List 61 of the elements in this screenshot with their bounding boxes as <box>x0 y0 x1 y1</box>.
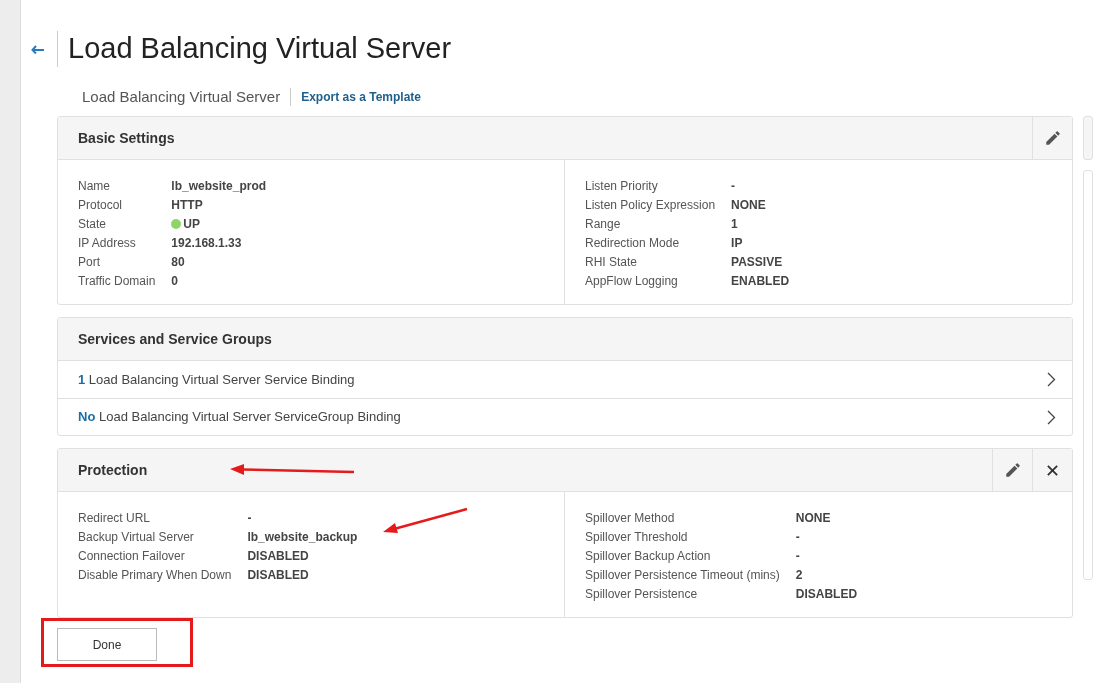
field-value: UP <box>183 216 201 233</box>
field-label: AppFlow Logging <box>585 273 679 290</box>
section-title: Basic Settings <box>78 128 175 148</box>
field-value: DISABLED <box>795 586 858 603</box>
page-title: Load Balancing Virtual Server <box>68 31 452 67</box>
done-button[interactable]: Done <box>57 628 157 661</box>
field-label: Name <box>78 178 111 195</box>
field-label: RHI State <box>585 254 639 271</box>
binding-row[interactable]: 1 Load Balancing Virtual Server Service Binding <box>58 361 1072 398</box>
field-value: NONE <box>731 197 766 214</box>
field-value: 2 <box>795 567 803 584</box>
field-label: Backup Virtual Server <box>78 529 195 546</box>
field-label: Port <box>78 254 101 271</box>
field-label: Listen Policy Expression <box>585 197 716 214</box>
field-label: Disable Primary When Down <box>78 567 232 584</box>
field-value: 192.168.1.33 <box>171 235 242 252</box>
field-label: Redirection Mode <box>585 235 681 252</box>
field-value: DISABLED <box>247 548 309 565</box>
binding-label: Load Balancing Virtual Server Service Binding <box>88 371 355 387</box>
field-value: NONE <box>795 510 831 527</box>
field-value: - <box>795 529 800 546</box>
close-icon[interactable] <box>1046 463 1059 477</box>
field-label: Spillover Persistence Timeout (mins) <box>585 567 780 584</box>
field-label: Traffic Domain <box>78 273 156 290</box>
field-label: Connection Failover <box>78 548 186 565</box>
field-label: State <box>78 216 108 233</box>
field-value: - <box>795 548 800 565</box>
section-title: Services and Service Groups <box>78 329 272 349</box>
field-value: lb_website_backup <box>247 529 358 546</box>
export-template-link[interactable]: Export as a Template <box>301 88 421 106</box>
back-arrow-icon[interactable] <box>31 44 45 54</box>
field-value: IP <box>731 235 743 252</box>
chevron-right-icon <box>1047 372 1056 387</box>
field-label: Redirect URL <box>78 510 152 527</box>
field-value: 1 <box>731 216 738 233</box>
field-value: HTTP <box>171 197 203 214</box>
chevron-right-icon <box>1047 409 1056 425</box>
field-value: 0 <box>171 273 179 290</box>
field-label: Range <box>585 216 622 233</box>
field-value: 80 <box>171 254 185 271</box>
field-value: ENABLED <box>731 273 790 290</box>
binding-label: Load Balancing Virtual Server ServiceGroup Binding <box>98 409 401 425</box>
field-label: Spillover Persistence <box>585 586 699 603</box>
field-value: - <box>247 510 252 527</box>
binding-row[interactable]: No Load Balancing Virtual Server ServiceGroup Binding <box>58 398 1072 435</box>
binding-count: 1 <box>78 371 86 387</box>
field-label: Listen Priority <box>585 178 659 195</box>
breadcrumb: Load Balancing Virtual Server <box>82 86 281 107</box>
field-label: Spillover Backup Action <box>585 548 712 565</box>
binding-count: No <box>78 409 96 425</box>
section-title: Protection <box>78 460 148 480</box>
edit-icon[interactable] <box>1043 129 1062 147</box>
field-label: Spillover Threshold <box>585 529 689 546</box>
field-label: Protocol <box>78 197 124 214</box>
edit-icon[interactable] <box>1003 461 1022 479</box>
field-value: PASSIVE <box>731 254 783 271</box>
field-label: IP Address <box>78 235 137 252</box>
field-value: DISABLED <box>247 567 309 584</box>
field-value: lb_website_prod <box>171 178 267 195</box>
field-value: - <box>731 178 736 195</box>
field-label: Spillover Method <box>585 510 676 527</box>
